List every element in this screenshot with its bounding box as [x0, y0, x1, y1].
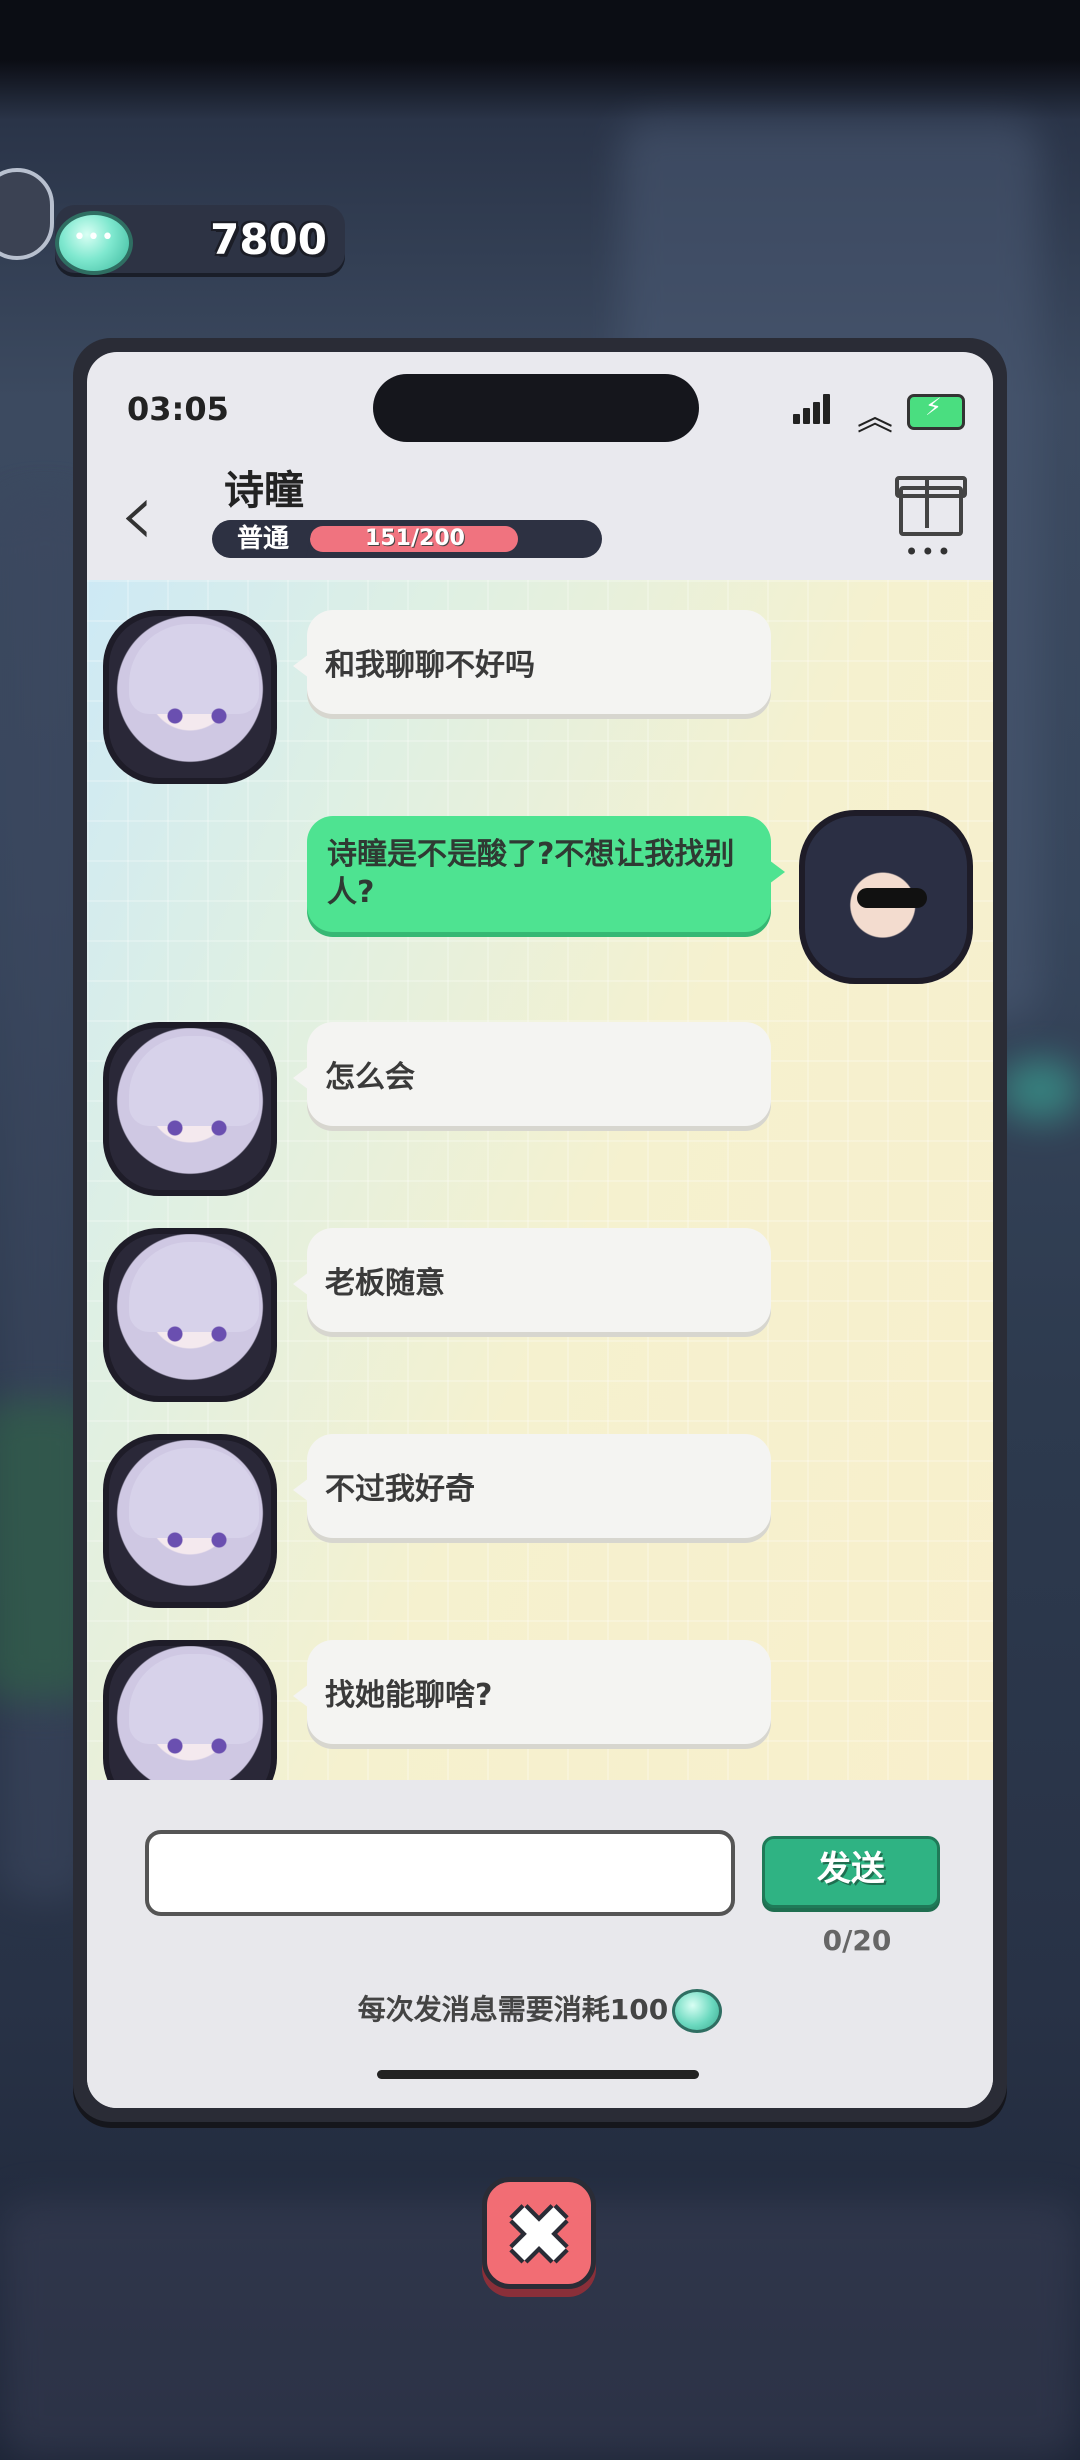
background-accent [1000, 1060, 1080, 1120]
currency-amount: 7800 [210, 215, 327, 264]
currency-badge: 7800 [55, 205, 345, 275]
player-avatar[interactable] [799, 810, 973, 984]
dynamic-island [373, 374, 699, 442]
affinity-bar: 普通 151/200 [212, 520, 602, 558]
character-avatar[interactable] [103, 610, 277, 784]
char-counter: 0/20 [822, 1924, 892, 1957]
character-avatar[interactable] [103, 1022, 277, 1196]
close-icon: ✖ [505, 2189, 573, 2282]
message-input[interactable] [145, 1830, 735, 1916]
back-button[interactable]: ‹ [119, 470, 155, 560]
character-avatar[interactable] [103, 1228, 277, 1402]
battery-icon [907, 393, 965, 430]
phone-frame: 03:05 ︽ ‹ 诗瞳 普通 151/200 ••• 和我聊聊不好吗 诗瞳是不… [73, 338, 1007, 2122]
message-bubble: 和我聊聊不好吗 [293, 610, 771, 714]
character-avatar[interactable] [103, 1640, 277, 1780]
contact-name: 诗瞳 [224, 468, 304, 514]
side-menu-button[interactable] [0, 168, 54, 260]
input-area: 发送 0/20 每次发消息需要消耗100 [87, 1780, 993, 2108]
gem-icon [672, 1989, 723, 2033]
character-avatar[interactable] [103, 1434, 277, 1608]
send-button[interactable]: 发送 [762, 1836, 940, 1908]
cost-note: 每次发消息需要消耗100 [87, 1988, 993, 2033]
close-button[interactable]: ✖ [482, 2177, 596, 2289]
chat-area[interactable]: 和我聊聊不好吗 诗瞳是不是酸了?不想让我找别人? 怎么会 老板随意 不过我好奇 [87, 580, 993, 1780]
message-bubble: 找她能聊啥? [293, 1640, 771, 1744]
status-time: 03:05 [127, 390, 229, 428]
affinity-text: 151/200 [365, 526, 465, 551]
message-bubble: 不过我好奇 [293, 1434, 771, 1538]
message-bubble: 诗瞳是不是酸了?不想让我找别人? [307, 816, 785, 932]
gem-icon [55, 211, 133, 275]
home-indicator [377, 2070, 699, 2079]
wifi-icon: ︽ [856, 397, 893, 438]
message-bubble: 怎么会 [293, 1022, 771, 1126]
more-dots-icon: ••• [904, 538, 953, 566]
gift-icon[interactable] [895, 464, 967, 536]
rank-label: 普通 [212, 520, 314, 558]
phone-screen: 03:05 ︽ ‹ 诗瞳 普通 151/200 ••• 和我聊聊不好吗 诗瞳是不… [87, 352, 993, 2108]
message-bubble: 老板随意 [293, 1228, 771, 1332]
signal-icon [793, 394, 833, 424]
cost-text: 每次发消息需要消耗100 [357, 1993, 669, 2026]
